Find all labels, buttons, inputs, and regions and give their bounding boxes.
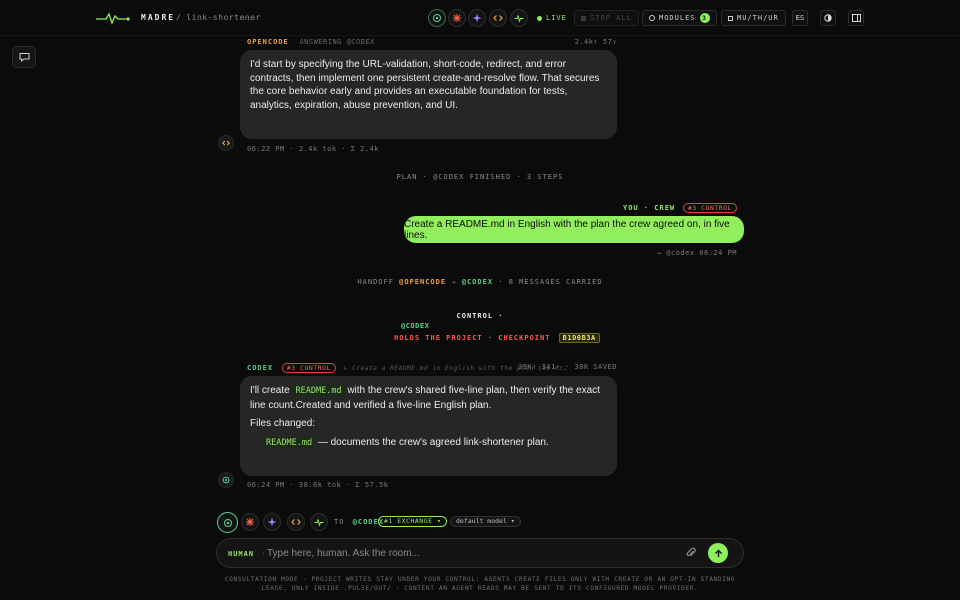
agent-opencode-button[interactable] [428, 9, 446, 27]
square-icon [728, 15, 733, 21]
sparkle-icon [267, 517, 277, 527]
user-message-bubble: Create a README.md in English with the p… [404, 216, 744, 243]
handoff-from: @OPENCODE [399, 278, 447, 286]
modules-button[interactable]: MODULES 3 [642, 10, 717, 26]
agent-burst-button[interactable] [448, 9, 466, 27]
agent-sparkle-button[interactable] [468, 9, 486, 27]
chat-panel-button[interactable] [12, 46, 36, 68]
message-meta: 06:24 PM · 38.6k tok · Σ 57.5k [247, 481, 389, 489]
live-indicator: LIVE [537, 14, 567, 22]
token-stats: 2.4k↑ 57↑ [574, 38, 617, 46]
changed-file-item: README.md — documents the crew's agreed … [263, 436, 607, 451]
target-codex-button[interactable] [217, 512, 238, 533]
consultation-footer: CONSULTATION MODE · PROJECT WRITES STAY … [224, 576, 736, 592]
brand-name: MADRE [141, 13, 176, 22]
message-text: I'd start by specifying the URL-validati… [250, 59, 600, 111]
checkpoint-badge: B1D0B3A [558, 333, 600, 343]
code-icon [493, 15, 503, 21]
answering-label: ANSWERING @CODEX [299, 38, 375, 46]
handoff-status: HANDOFF @OPENCODE → @CODEX · 8 MESSAGES … [357, 278, 603, 286]
persona-pack-button[interactable]: MU/TH/UR [721, 10, 786, 26]
top-bar: MADRE / link-shortener LIVE STOP ALL MODU… [0, 0, 960, 36]
you-header: YOU · CREW #3 CONTROL [600, 203, 737, 213]
message-header: OPENCODE ANSWERING @CODEX [247, 38, 375, 46]
stop-all-button[interactable]: STOP ALL [574, 10, 639, 26]
control-title: CONTROL · [456, 312, 504, 320]
message-meta: → @codex 06:24 PM [656, 249, 737, 257]
target-icon [223, 518, 232, 527]
message-text: Create a README.md in English with the p… [404, 218, 730, 241]
target-sparkle-button[interactable] [263, 513, 281, 531]
file-chip: README.md [292, 385, 345, 397]
agent-code-button[interactable] [489, 9, 507, 27]
message-meta: 06:22 PM · 2.4k tok · Σ 2.4k [247, 145, 380, 153]
agent-pulse-button[interactable] [510, 9, 528, 27]
message-text: I'll create README.md with the crew's sh… [250, 385, 600, 411]
chat-bubble-icon [19, 53, 29, 62]
target-icon [433, 14, 441, 22]
author-label: OPENCODE [247, 38, 289, 46]
target-burst-button[interactable] [241, 513, 259, 531]
composer: HUMAN · [216, 538, 744, 568]
language-button[interactable]: ES [792, 10, 808, 26]
modules-icon [649, 15, 655, 21]
code-icon [291, 519, 301, 525]
sparkle-icon [472, 13, 482, 23]
file-chip: README.md [263, 436, 316, 449]
plan-status: PLAN · @CODEX FINISHED · 3 STEPS [396, 173, 564, 181]
message-input[interactable] [267, 545, 677, 562]
live-dot-icon [537, 15, 542, 21]
codex-avatar [218, 472, 234, 488]
burst-icon [453, 14, 461, 22]
panel-toggle-button[interactable] [848, 10, 864, 26]
target-pulse-button[interactable] [310, 513, 328, 531]
control-holds: HOLDS THE PROJECT · CHECKPOINT B1D0B3A [394, 333, 600, 343]
arrow-up-icon [714, 549, 722, 557]
contrast-icon [824, 14, 832, 22]
control-tag: #3 CONTROL [682, 203, 737, 213]
human-label: HUMAN · [228, 550, 267, 558]
author-label: CODEX [247, 364, 274, 372]
target-icon [222, 476, 230, 484]
target-code-button[interactable] [287, 513, 305, 531]
agent-message-bubble: I'd start by specifying the URL-validati… [240, 50, 617, 139]
control-tag: #3 CONTROL [281, 363, 336, 373]
send-button[interactable] [708, 543, 728, 563]
token-stats: 39K↑ 341↑ · 38K SAVED [517, 363, 617, 371]
files-changed-label: Files changed: [250, 418, 316, 429]
breadcrumb[interactable]: / link-shortener [176, 13, 261, 22]
opencode-avatar [218, 135, 234, 151]
handoff-to: @CODEX [461, 278, 494, 286]
attach-paperclip-icon[interactable] [685, 547, 697, 559]
you-label: YOU · CREW [622, 204, 676, 212]
burst-icon [246, 518, 254, 526]
pulse-logo-icon [96, 12, 130, 25]
control-owner: @CODEX [401, 322, 430, 330]
exchange-select[interactable]: #1 EXCHANGE ▾ [378, 516, 448, 527]
theme-toggle-button[interactable] [820, 10, 836, 26]
modules-count-badge: 3 [699, 13, 710, 23]
stop-icon [581, 15, 586, 21]
agent-message-bubble: I'll create README.md with the crew's sh… [240, 376, 617, 476]
pulse-icon [314, 518, 324, 527]
panel-icon [851, 14, 861, 22]
code-icon [222, 140, 230, 146]
pulse-icon [514, 14, 524, 23]
model-select[interactable]: default model ▾ [450, 516, 521, 527]
recipient-label: TO @CODEX [334, 518, 384, 526]
